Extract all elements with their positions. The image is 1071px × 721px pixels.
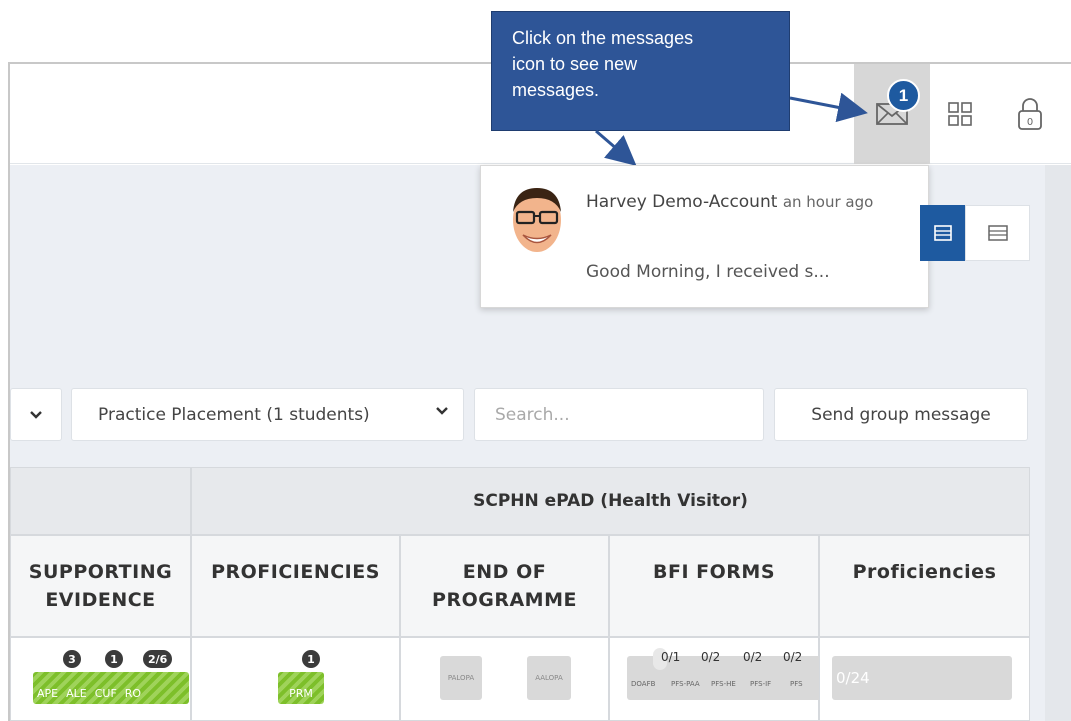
chevron-down-icon xyxy=(30,410,42,419)
evidence-count: 2/6 xyxy=(141,648,175,670)
end-of-programme-form[interactable]: PALOPA xyxy=(440,656,482,700)
lock-count: 0 xyxy=(1027,117,1033,128)
column-header-bfi-forms[interactable]: BFI FORMS xyxy=(609,535,819,637)
proficiency-chip[interactable]: PRM xyxy=(278,672,324,704)
proficiencies-progress-value: 0/24 xyxy=(836,669,870,687)
evidence-count: 3 xyxy=(61,648,83,670)
cell-supporting-evidence: APE ALE CUF RO 3 1 2/6 xyxy=(10,637,191,721)
scrollbar[interactable] xyxy=(1045,165,1071,721)
column-header-proficiencies-progress[interactable]: Proficiencies xyxy=(819,535,1030,637)
evidence-chip: APE xyxy=(37,687,59,700)
cohort-select[interactable] xyxy=(10,388,62,441)
placement-select[interactable]: Practice Placement (1 students) xyxy=(71,388,464,441)
chevron-down-icon xyxy=(436,407,448,415)
evidence-chip: ALE xyxy=(66,687,87,700)
proficiency-chip-label: PRM xyxy=(289,687,313,700)
table-group-header: SCPHN ePAD (Health Visitor) xyxy=(191,467,1030,535)
evidence-count: 1 xyxy=(103,648,125,670)
bfi-form-label: PFS-PAA xyxy=(671,680,700,688)
end-of-programme-form[interactable]: AALOPA xyxy=(527,656,571,700)
cell-end-of-programme: PALOPA AALOPA xyxy=(400,637,609,721)
students-table: SCPHN ePAD (Health Visitor) SUPPORTING E… xyxy=(10,467,1030,721)
column-header-end-of-programme[interactable]: END OF PROGRAMME xyxy=(400,535,609,637)
list-view-button[interactable] xyxy=(965,205,1030,261)
card-view-button[interactable] xyxy=(920,205,965,261)
send-group-message-button[interactable]: Send group message xyxy=(774,388,1028,441)
messages-button[interactable] xyxy=(854,64,930,164)
messages-count-badge: 1 xyxy=(887,79,920,112)
placement-select-value: Practice Placement (1 students) xyxy=(98,404,370,425)
lock-icon: 0 xyxy=(1018,98,1042,130)
list-view-icon xyxy=(987,225,1008,241)
search-input[interactable]: Search... xyxy=(474,388,764,441)
column-header-proficiencies[interactable]: PROFICIENCIES xyxy=(191,535,400,637)
bfi-count: 0/2 xyxy=(783,650,803,664)
avatar xyxy=(513,188,561,252)
lock-button[interactable]: 0 xyxy=(995,64,1065,164)
evidence-chip: RO xyxy=(124,687,142,700)
proficiencies-progress-bar[interactable]: 0/24 xyxy=(832,656,1012,700)
apps-button[interactable] xyxy=(930,64,990,164)
app-root: 1 0 Click on the messages icon to see ne… xyxy=(0,0,1071,721)
cell-proficiencies: PRM 1 xyxy=(191,637,400,721)
column-header-supporting-evidence[interactable]: SUPPORTING EVIDENCE xyxy=(10,535,191,637)
message-preview: Good Morning, I received s... xyxy=(586,262,830,282)
bfi-count: 0/2 xyxy=(743,650,763,664)
view-toggle xyxy=(920,205,1030,261)
message-time: an hour ago xyxy=(782,193,874,211)
cell-bfi-forms: 0/1 0/2 0/2 0/2 DOAFB PFS-PAA PFS-HE PFS… xyxy=(609,637,837,721)
evidence-chip: CUF xyxy=(94,687,117,700)
bfi-count: 0/2 xyxy=(701,650,721,664)
tutorial-callout: Click on the messages icon to see new me… xyxy=(491,11,790,131)
notification-header: Harvey Demo-Account an hour ago xyxy=(586,188,916,216)
sender-name: Harvey Demo-Account xyxy=(586,192,778,212)
notification-popup[interactable]: Harvey Demo-Account an hour ago Good Mor… xyxy=(480,165,929,308)
proficiency-count: 1 xyxy=(300,648,322,670)
bfi-count: 0/1 xyxy=(661,650,681,664)
grid-icon xyxy=(948,102,972,126)
bfi-form-label: PFS xyxy=(790,680,803,688)
evidence-chip-group[interactable]: APE ALE CUF RO xyxy=(33,672,189,704)
bfi-form-label: PFS-IF xyxy=(750,680,772,688)
bfi-form-label: PFS-HE xyxy=(711,680,736,688)
bfi-form-label: DOAFB xyxy=(631,680,656,688)
table-group-header-left xyxy=(10,467,191,535)
cell-proficiencies-progress: 0/24 xyxy=(819,637,1030,721)
table-view-icon xyxy=(933,225,952,241)
